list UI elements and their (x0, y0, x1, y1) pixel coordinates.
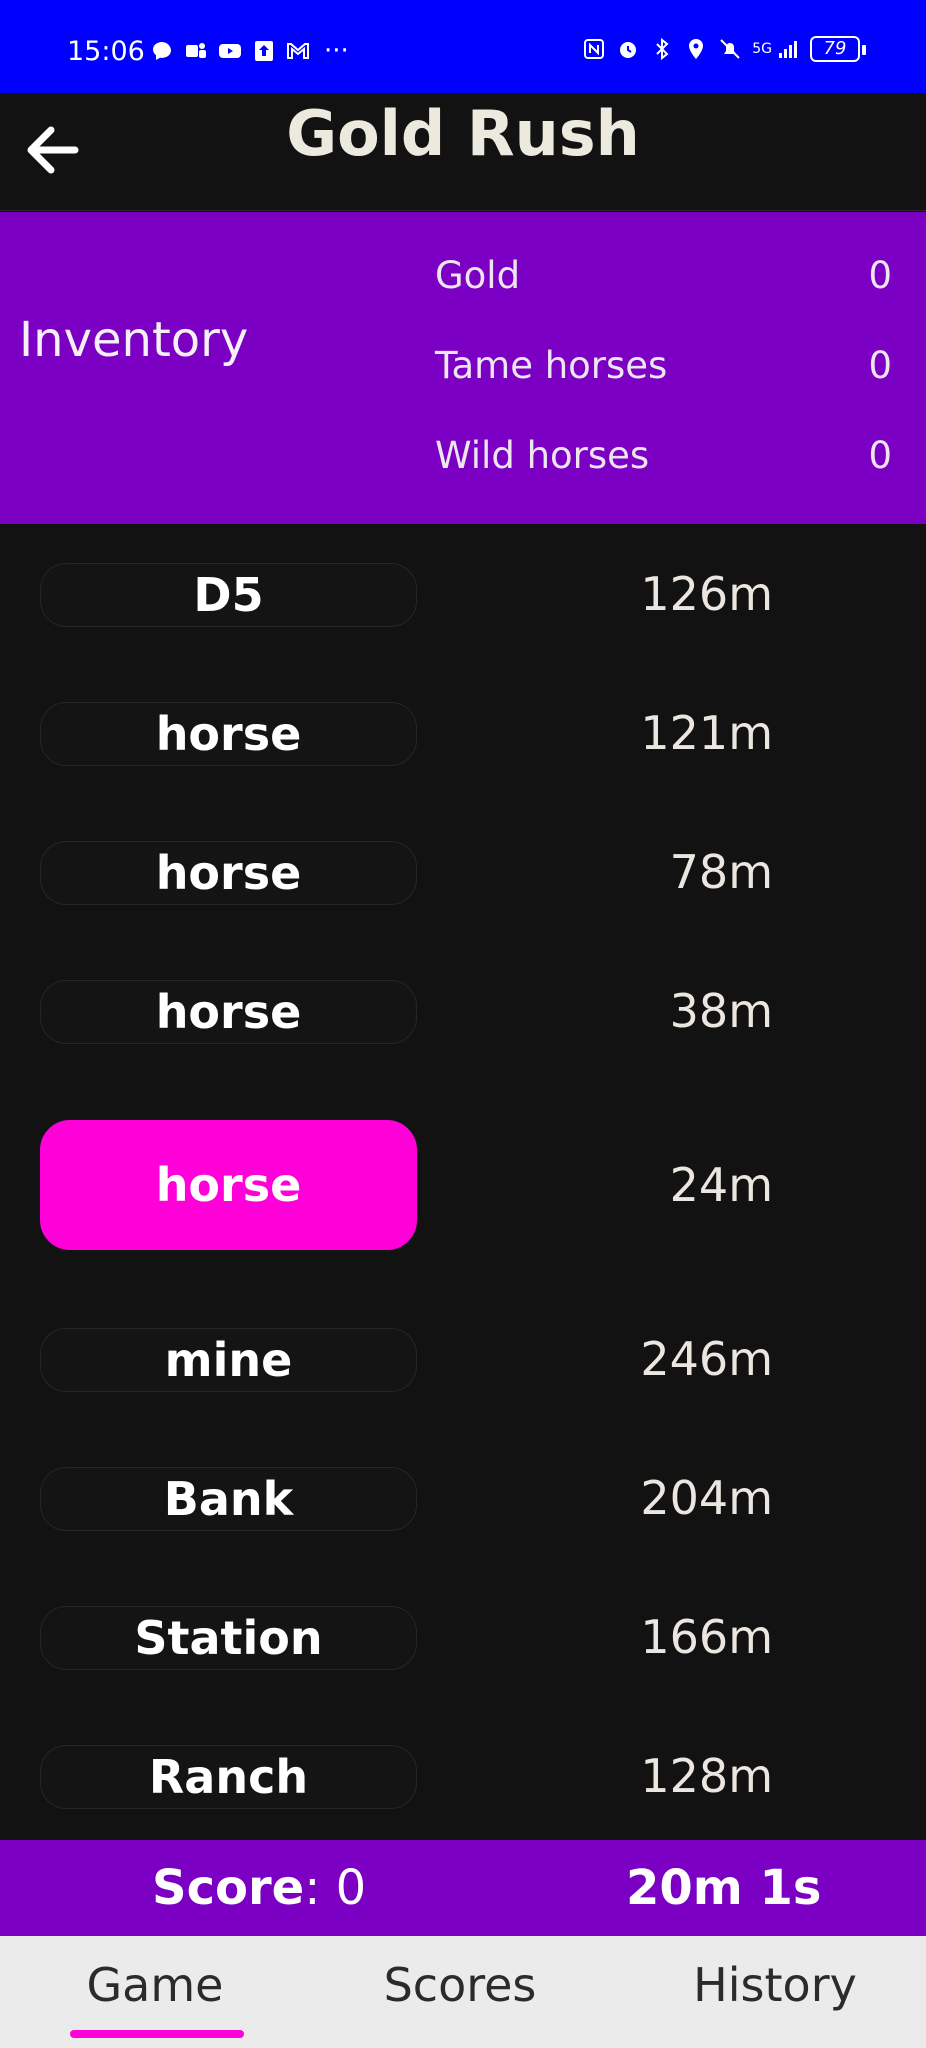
location-distance: 24m (669, 1158, 773, 1212)
bottom-navigation: Game Scores History (0, 1936, 926, 2048)
inventory-panel: Inventory Gold 0 Tame horses 0 Wild hors… (0, 212, 926, 524)
signal-icon (779, 41, 797, 58)
location-distance: 128m (640, 1749, 773, 1803)
tab-selected-indicator (70, 2030, 244, 2038)
location-distance: 166m (640, 1610, 773, 1664)
inventory-key: Tame horses (435, 344, 668, 387)
upload-icon (255, 41, 273, 61)
inventory-row-tame-horses: Tame horses 0 (435, 344, 895, 404)
youtube-icon (219, 44, 241, 58)
gmail-icon (287, 43, 309, 59)
status-bar: 15:06 ··· 5G 79 (0, 0, 926, 93)
location-button[interactable]: mine (40, 1328, 417, 1392)
location-list[interactable]: D5 126m horse 121m horse 78m horse 38m h… (0, 525, 926, 1840)
location-button[interactable]: horse (40, 980, 417, 1044)
location-button[interactable]: Station (40, 1606, 417, 1670)
nfc-icon (584, 39, 605, 59)
battery-indicator: 79 (810, 36, 866, 62)
app-bar: Gold Rush (0, 93, 926, 211)
location-button[interactable]: horse (40, 702, 417, 766)
inventory-row-gold: Gold 0 (435, 254, 895, 314)
mute-icon (720, 39, 740, 59)
location-distance: 126m (640, 567, 773, 621)
score-label: Score (152, 1860, 305, 1916)
tab-scores[interactable]: Scores (370, 1958, 550, 2012)
notification-icons: ··· (150, 36, 349, 66)
inventory-value: 0 (868, 434, 892, 477)
chat-icon (153, 42, 171, 60)
location-button[interactable]: horse (40, 841, 417, 905)
inventory-value: 0 (868, 254, 892, 297)
inventory-key: Gold (435, 254, 521, 297)
location-distance: 121m (640, 706, 773, 760)
teams-icon (186, 43, 206, 58)
score-display: Score: 0 (152, 1860, 366, 1916)
inventory-row-wild-horses: Wild horses 0 (435, 434, 895, 494)
inventory-label: Inventory (19, 312, 249, 368)
tab-history[interactable]: History (685, 1958, 865, 2012)
location-distance: 38m (669, 984, 773, 1038)
bluetooth-icon (656, 37, 669, 61)
inventory-key: Wild horses (435, 434, 650, 477)
network-type: 5G (752, 41, 772, 57)
system-icons: 5G 79 (582, 36, 866, 62)
page-title: Gold Rush (286, 97, 640, 170)
overflow-indicator: ··· (324, 36, 349, 66)
location-icon (689, 39, 704, 59)
tab-game[interactable]: Game (85, 1958, 225, 2012)
location-distance: 204m (640, 1471, 773, 1525)
status-time: 15:06 (67, 36, 145, 67)
location-button-selected[interactable]: horse (40, 1120, 417, 1250)
score-separator: : (304, 1860, 321, 1916)
location-button[interactable]: D5 (40, 563, 417, 627)
game-timer: 20m 1s (626, 1860, 822, 1916)
score-value: 0 (335, 1860, 367, 1916)
inventory-value: 0 (868, 344, 892, 387)
location-button[interactable]: Bank (40, 1467, 417, 1531)
location-distance: 246m (640, 1332, 773, 1386)
location-distance: 78m (669, 845, 773, 899)
score-bar: Score: 0 20m 1s (0, 1840, 926, 1936)
alarm-icon (620, 42, 637, 58)
location-button[interactable]: Ranch (40, 1745, 417, 1809)
